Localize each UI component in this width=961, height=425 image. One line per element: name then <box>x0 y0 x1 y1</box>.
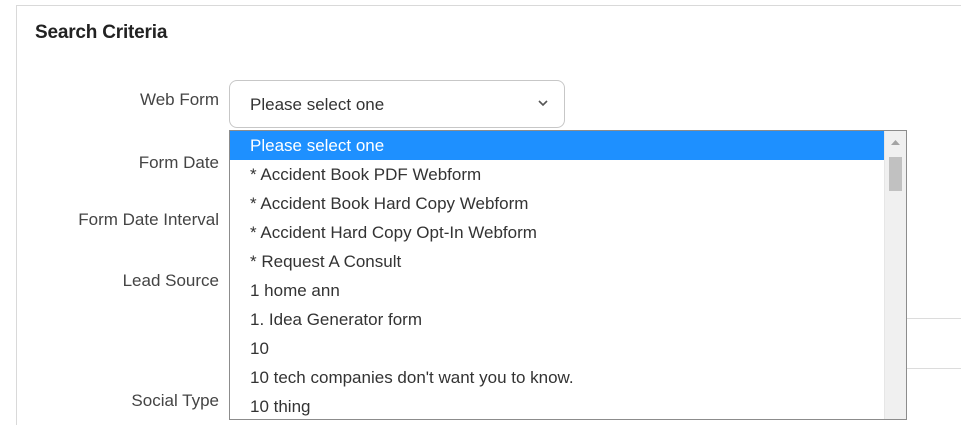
web-form-dropdown-list[interactable]: Please select one * Accident Book PDF Web… <box>229 130 907 420</box>
web-form-select-value: Please select one <box>250 95 385 114</box>
dropdown-option[interactable]: 10 <box>230 334 884 363</box>
dropdown-option[interactable]: 10 thing <box>230 392 884 419</box>
dropdown-option[interactable]: 10 tech companies don't want you to know… <box>230 363 884 392</box>
field-divider <box>905 368 961 369</box>
dropdown-option[interactable]: * Accident Book Hard Copy Webform <box>230 189 884 218</box>
chevron-down-icon <box>538 100 548 107</box>
section-title: Search Criteria <box>35 22 168 43</box>
dropdown-option[interactable]: * Accident Hard Copy Opt-In Webform <box>230 218 884 247</box>
scroll-up-arrow-icon[interactable] <box>885 131 906 153</box>
dropdown-scrollbar[interactable] <box>884 131 906 419</box>
dropdown-option-selected[interactable]: Please select one <box>230 131 884 160</box>
lead-source-label: Lead Source <box>122 271 219 290</box>
dropdown-options: Please select one * Accident Book PDF Web… <box>230 131 884 419</box>
scrollbar-thumb[interactable] <box>889 157 902 191</box>
dropdown-option[interactable]: 1 home ann <box>230 276 884 305</box>
web-form-label: Web Form <box>139 90 219 109</box>
dropdown-option[interactable]: * Accident Book PDF Webform <box>230 160 884 189</box>
form-date-label: Form Date <box>138 153 219 172</box>
form-date-interval-label: Form Date Interval <box>78 210 219 229</box>
dropdown-option[interactable]: 1. Idea Generator form <box>230 305 884 334</box>
dropdown-option[interactable]: * Request A Consult <box>230 247 884 276</box>
web-form-select[interactable]: Please select one <box>229 80 565 128</box>
field-divider <box>905 318 961 319</box>
social-type-label: Social Type <box>131 391 219 410</box>
